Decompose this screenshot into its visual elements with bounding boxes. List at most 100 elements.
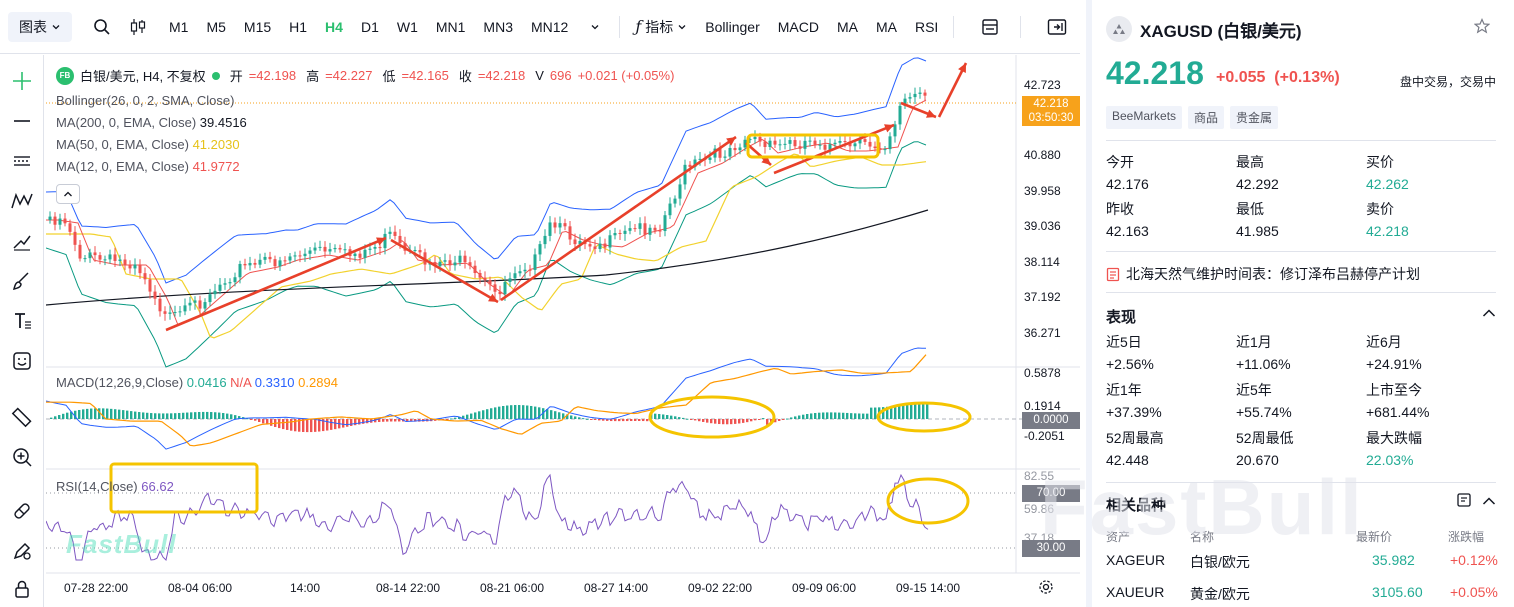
- commodity-icon: [1106, 16, 1132, 42]
- layout-icon[interactable]: [972, 12, 1008, 42]
- collapse-panel-icon[interactable]: [1039, 12, 1075, 42]
- candle-body: [613, 233, 617, 236]
- candle-body: [183, 305, 187, 312]
- candle-body: [223, 283, 227, 285]
- zoom-in-icon[interactable]: [6, 441, 38, 473]
- timeframe-mn12[interactable]: MN12: [522, 12, 577, 42]
- indicator-rsi-button[interactable]: RSI: [906, 12, 947, 42]
- macd-histogram-bar: [254, 419, 257, 421]
- news-icon: [1106, 267, 1120, 281]
- pen-lock-icon[interactable]: [6, 535, 38, 567]
- macd-value-1: 0.0416: [186, 375, 227, 390]
- related-name: 黄金/欧元: [1190, 586, 1250, 602]
- candle-body: [493, 284, 497, 292]
- candle-body: [728, 147, 732, 157]
- candle-body: [53, 216, 57, 225]
- list-view-icon[interactable]: [1456, 492, 1472, 511]
- timeframe-mn1[interactable]: MN1: [427, 12, 475, 42]
- candle-body: [378, 246, 382, 249]
- rsi-legend[interactable]: RSI(14,Close) 66.62: [56, 479, 174, 494]
- candle-body: [203, 302, 207, 309]
- macd-histogram-bar: [214, 412, 217, 419]
- star-icon[interactable]: [1473, 18, 1491, 37]
- price-tick: 37.192: [1024, 290, 1061, 304]
- macd-legend[interactable]: MACD(12,26,9,Close) 0.0416 N/A 0.3310 0.…: [56, 375, 338, 390]
- candlestick-icon[interactable]: [120, 12, 156, 42]
- candle-body: [543, 235, 547, 245]
- timeframe-m15[interactable]: M15: [235, 12, 280, 42]
- candle-body: [83, 258, 87, 260]
- tag[interactable]: BeeMarkets: [1106, 106, 1183, 129]
- top-toolbar: 图表 M1 M5 M15 H1 H4 D1 W1 MN1 MN3 MN12 ƒ 指标 Bollin…: [0, 0, 1080, 54]
- candle-body: [363, 249, 367, 258]
- lock-icon[interactable]: [6, 573, 38, 605]
- parallel-lines-icon[interactable]: [6, 145, 38, 177]
- macd-histogram-bar: [658, 414, 661, 419]
- brush-icon[interactable]: [6, 265, 38, 297]
- candle-body: [593, 246, 597, 249]
- macd-histogram-bar: [638, 419, 641, 421]
- macd-histogram-bar: [574, 416, 577, 419]
- rsi-tick: 82.55: [1024, 469, 1055, 483]
- trend-arrow: [773, 123, 895, 175]
- timeframe-mn3[interactable]: MN3: [474, 12, 522, 42]
- chevron-up-icon[interactable]: [1482, 306, 1496, 321]
- timeframe-w1[interactable]: W1: [388, 12, 427, 42]
- magnet-icon[interactable]: [6, 495, 38, 527]
- indicator-bollinger-button[interactable]: Bollinger: [696, 12, 768, 42]
- performance-item: 近6月 +24.91%: [1366, 334, 1422, 372]
- tag[interactable]: 商品: [1188, 106, 1225, 129]
- text-tool-icon[interactable]: [6, 305, 38, 337]
- macd-tick: 0.1914: [1024, 399, 1061, 413]
- chevron-down-icon[interactable]: [577, 12, 613, 42]
- trend-tool-icon[interactable]: [6, 225, 38, 257]
- settings-gear-icon[interactable]: [1038, 579, 1054, 598]
- macd-histogram-bar: [346, 419, 349, 427]
- ma50-legend[interactable]: MA(50, 0, EMA, Close) 41.2030: [56, 137, 240, 152]
- macd-histogram-bar: [586, 418, 589, 420]
- timeframe-m5[interactable]: M5: [197, 12, 234, 42]
- fastbull-logo-icon: FB: [56, 66, 74, 85]
- indicators-button[interactable]: ƒ 指标: [626, 12, 696, 42]
- price-tick: 40.880: [1024, 148, 1061, 162]
- macd-histogram-bar: [122, 410, 125, 419]
- tag[interactable]: 贵金属: [1230, 106, 1279, 129]
- news-link[interactable]: 北海天然气维护时间表：修订泽布吕赫停产计划: [1106, 264, 1420, 284]
- candle-body: [813, 140, 817, 145]
- crosshair-icon[interactable]: [6, 65, 38, 97]
- ma200-legend[interactable]: MA(200, 0, EMA, Close) 39.4516: [56, 115, 247, 130]
- ruler-icon[interactable]: [6, 401, 38, 433]
- chart-type-dropdown[interactable]: 图表: [8, 11, 72, 42]
- high-value: =42.227: [325, 68, 373, 83]
- macd-histogram-bar: [514, 405, 517, 419]
- timeframe-d1[interactable]: D1: [352, 12, 388, 42]
- ma12-legend[interactable]: MA(12, 0, EMA, Close) 41.9772: [56, 159, 240, 174]
- chevron-up-icon[interactable]: [1482, 494, 1496, 509]
- emoji-icon[interactable]: [6, 345, 38, 377]
- candle-body: [208, 294, 212, 303]
- timeframe-m1[interactable]: M1: [160, 12, 197, 42]
- indicator-macd-button[interactable]: MACD: [769, 12, 828, 42]
- macd-histogram-bar: [130, 411, 133, 419]
- timeframe-h4[interactable]: H4: [316, 12, 352, 42]
- macd-histogram-bar: [914, 403, 917, 419]
- horizontal-line-icon[interactable]: [6, 105, 38, 137]
- collapse-legend-button[interactable]: [56, 184, 80, 204]
- rsi-70-tag: 70.00: [1022, 485, 1080, 502]
- indicator-ma-button[interactable]: MA: [867, 12, 906, 42]
- change-value: +0.021 (+0.05%): [577, 68, 675, 83]
- chart-area[interactable]: FB 白银/美元, H4, 不复权 开 =42.198 高 =42.227 低 =42…: [46, 55, 1080, 607]
- candle-body: [533, 254, 537, 270]
- timeframe-h1[interactable]: H1: [280, 12, 316, 42]
- pattern-icon[interactable]: [6, 185, 38, 217]
- search-icon[interactable]: [84, 12, 120, 42]
- indicator-ma-button[interactable]: MA: [828, 12, 867, 42]
- macd-histogram-bar: [326, 419, 329, 431]
- related-asset: XAUEUR: [1106, 584, 1165, 600]
- candle-body: [793, 140, 797, 147]
- macd-histogram-bar: [490, 408, 493, 419]
- candle-body: [803, 140, 807, 149]
- bollinger-legend[interactable]: Bollinger(26, 0, 2, SMA, Close): [56, 93, 234, 108]
- candle-body: [73, 231, 77, 245]
- candle-body: [788, 140, 792, 144]
